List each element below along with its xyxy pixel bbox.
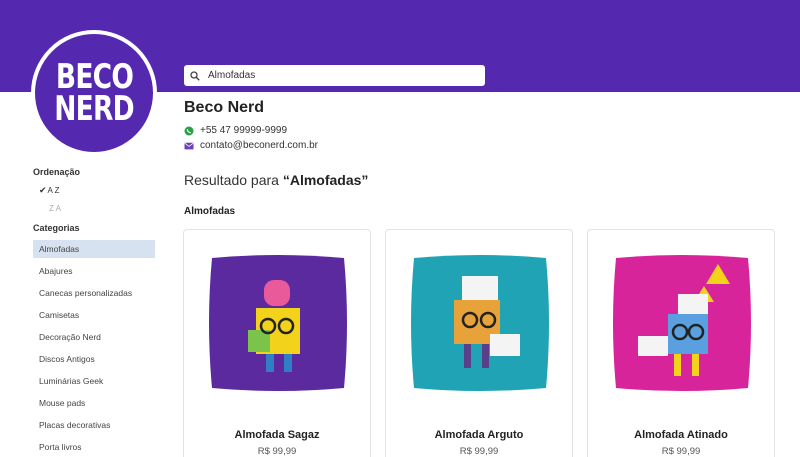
product-name[interactable]: Almofada Arguto [386,429,572,441]
product-price: R$ 99,99 [661,446,701,457]
categories-heading: Categorias [33,223,80,233]
category-item-mouse-pads[interactable]: Mouse pads [33,394,155,412]
sort-option-za[interactable]: Z A [33,204,155,214]
category-item-placas[interactable]: Placas decorativas [33,416,155,434]
category-item-decoracao[interactable]: Decoração Nerd [33,328,155,346]
checkmark-icon: ✔ [39,185,47,195]
product-price: R$ 99,99 [459,446,499,457]
store-logo[interactable]: BECO NERD [31,30,157,156]
sidebar: Ordenação ✔A Z Z A Categorias Almofadas … [33,167,155,457]
product-card[interactable]: Almofada Arguto R$ 99,99 [385,229,573,457]
category-item-luminarias[interactable]: Luminárias Geek [33,372,155,390]
result-prefix: Resultado para [184,172,283,188]
section-title: Almofadas [184,206,236,217]
phone-contact[interactable]: +55 47 99999-9999 [184,125,287,136]
sort-heading: Ordenação [33,167,81,177]
sort-option-label: Z A [49,204,62,213]
sort-option-az[interactable]: ✔A Z [33,185,155,195]
category-item-abajures[interactable]: Abajures [33,262,155,280]
category-item-porta-livros[interactable]: Porta livros [33,438,155,456]
search-bar[interactable] [184,65,485,86]
category-item-discos[interactable]: Discos Antigos [33,350,155,368]
email-address: contato@beconerd.com.br [200,140,318,151]
product-card[interactable]: Almofada Sagaz R$ 99,99 [183,229,371,457]
sort-option-label: A Z [47,186,60,195]
mail-icon [184,142,194,149]
whatsapp-icon [184,126,194,135]
category-item-canecas[interactable]: Canecas personalizadas [33,284,155,302]
product-image-pillow[interactable] [406,250,554,396]
phone-number: +55 47 99999-9999 [200,125,288,136]
product-card[interactable]: Almofada Atinado R$ 99,99 [587,229,775,457]
product-image-pillow[interactable] [608,250,756,396]
product-name[interactable]: Almofada Atinado [588,429,774,441]
search-icon [190,70,200,81]
logo-text-line2: NERD [54,89,134,129]
product-image-pillow[interactable] [204,250,352,396]
product-name[interactable]: Almofada Sagaz [184,429,370,441]
result-query: “Almofadas” [282,172,369,188]
category-list: Almofadas Abajures Canecas personalizada… [33,240,155,456]
store-name: Beco Nerd [184,99,265,116]
email-contact[interactable]: contato@beconerd.com.br [184,140,318,151]
product-price: R$ 99,99 [257,446,297,457]
category-item-camisetas[interactable]: Camisetas [33,306,155,324]
search-input[interactable] [208,70,468,81]
search-result-heading: Resultado para “Almofadas” [184,172,368,188]
category-item-almofadas[interactable]: Almofadas [33,240,155,258]
